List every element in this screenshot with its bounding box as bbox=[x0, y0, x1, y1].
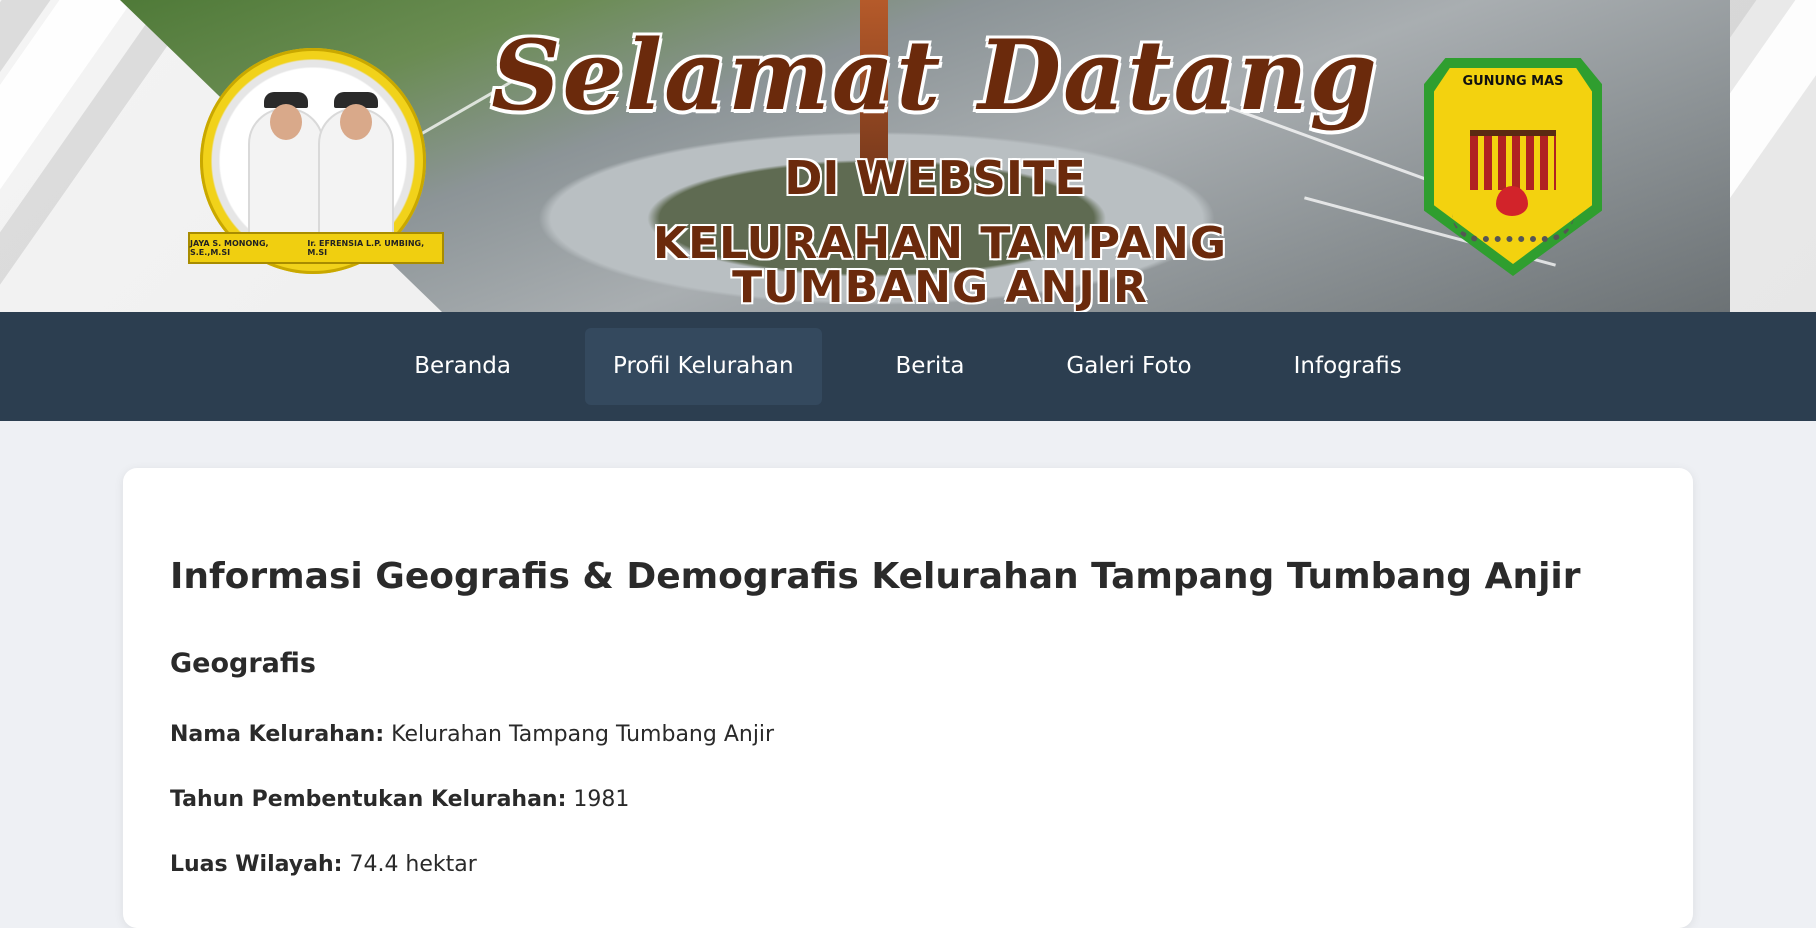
crest-label: GUNUNG MAS bbox=[1462, 74, 1564, 89]
leader-name-2: Ir. EFRENSIA L.P. UMBING, M.SI bbox=[307, 239, 425, 257]
section-title-geografis: Geografis bbox=[170, 648, 316, 679]
info-value: Kelurahan Tampang Tumbang Anjir bbox=[391, 722, 775, 747]
banner-title: Selamat Datang bbox=[491, 19, 1379, 132]
leader-name-1: JAYA S. MONONG, S.E.,M.SI bbox=[190, 239, 269, 257]
info-row-luas-wilayah: Luas Wilayah: 74.4 hektar bbox=[170, 852, 477, 877]
page-title: Informasi Geografis & Demografis Kelurah… bbox=[170, 556, 1581, 597]
leaders-ribbon: JAYA S. MONONG, S.E.,M.SI Ir. EFRENSIA L… bbox=[188, 232, 444, 264]
header-banner: Selamat Datang DI WEBSITE KELURAHAN TAMP… bbox=[0, 0, 1816, 312]
info-value: 1981 bbox=[573, 787, 630, 812]
nav-infografis[interactable]: Infografis bbox=[1266, 328, 1430, 405]
info-row-nama-kelurahan: Nama Kelurahan: Kelurahan Tampang Tumban… bbox=[170, 722, 774, 747]
info-row-tahun-pembentukan: Tahun Pembentukan Kelurahan: 1981 bbox=[170, 787, 629, 812]
info-label: Tahun Pembentukan Kelurahan: bbox=[170, 787, 567, 812]
info-label: Nama Kelurahan: bbox=[170, 722, 385, 747]
nav-profil-kelurahan[interactable]: Profil Kelurahan bbox=[585, 328, 822, 405]
nav-beranda[interactable]: Beranda bbox=[386, 328, 539, 405]
banner-subtitle: DI WEBSITE bbox=[784, 151, 1086, 205]
leaders-portrait-badge: JAYA S. MONONG, S.E.,M.SI Ir. EFRENSIA L… bbox=[188, 48, 444, 274]
content-card: Informasi Geografis & Demografis Kelurah… bbox=[123, 468, 1693, 928]
info-value: 74.4 hektar bbox=[349, 852, 477, 877]
nav-berita[interactable]: Berita bbox=[868, 328, 993, 405]
info-label: Luas Wilayah: bbox=[170, 852, 343, 877]
banner-village-name: KELURAHAN TAMPANG TUMBANG ANJIR bbox=[653, 218, 1227, 312]
main-navigation: Beranda Profil Kelurahan Berita Galeri F… bbox=[0, 312, 1816, 421]
nav-galeri-foto[interactable]: Galeri Foto bbox=[1038, 328, 1219, 405]
